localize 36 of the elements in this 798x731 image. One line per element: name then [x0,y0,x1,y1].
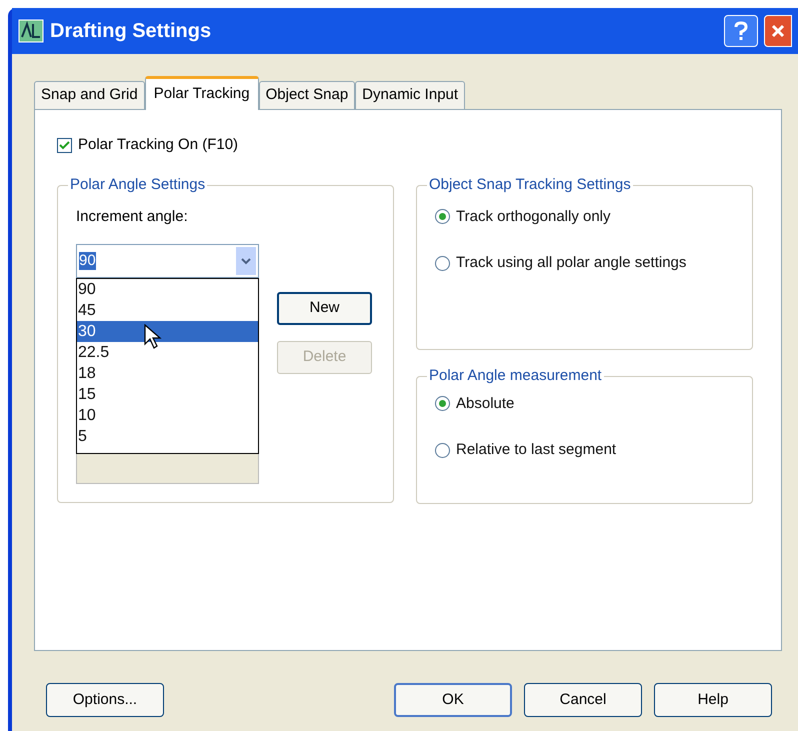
radio-button[interactable] [435,396,450,412]
dropdown-option[interactable]: 45 [77,300,258,321]
radio-label: Absolute [456,394,514,414]
dialog-button[interactable]: Options... [46,683,164,717]
dialog-button[interactable]: OK [394,683,512,717]
question-mark-icon [733,21,749,41]
mouse-pointer-icon [144,324,162,350]
close-button[interactable] [764,15,792,47]
tab[interactable]: Object Snap [258,81,356,109]
radio-button[interactable] [435,209,450,224]
app-icon [18,19,44,43]
dropdown-option[interactable]: 15 [77,384,258,405]
window-title: Drafting Settings [50,19,212,44]
dropdown-option[interactable]: 22.5 [77,342,258,363]
dialog-button[interactable]: Help [654,683,772,717]
dropdown-option[interactable]: 18 [77,363,258,384]
tab[interactable]: Snap and Grid [34,81,145,109]
help-button[interactable] [724,15,758,47]
radio-label: Track using all polar angle settings [456,253,686,273]
radio-button[interactable] [435,256,450,271]
tab[interactable]: Polar Tracking [144,76,259,110]
checkbox-label: Polar Tracking On (F10) [78,135,238,155]
tab[interactable]: Dynamic Input [355,81,466,109]
increment-angle-dropdown[interactable]: 90 [76,244,259,278]
dialog-button[interactable]: Cancel [524,683,642,717]
dropdown-option[interactable]: 90 [77,279,258,300]
close-icon [771,24,785,38]
dropdown-option[interactable]: 5 [77,426,258,447]
radio-button[interactable] [435,442,450,458]
radio-label: Relative to last segment [456,440,616,460]
dialog-button[interactable]: New [277,292,372,325]
increment-angle-label: Increment angle: [76,206,189,226]
check-icon [59,140,70,151]
checkbox[interactable] [57,138,72,153]
radio-label: Track orthogonally only [456,206,611,226]
dropdown-option[interactable]: 10 [77,405,258,426]
